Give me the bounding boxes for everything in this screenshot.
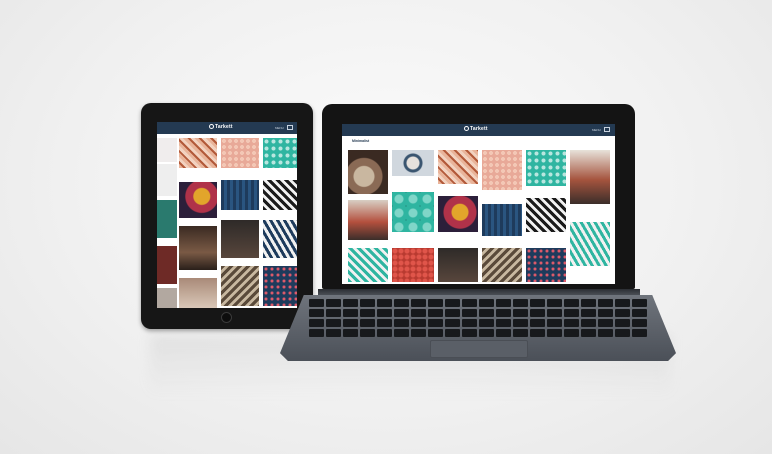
gallery-tile[interactable]	[263, 180, 297, 210]
gallery-tile[interactable]	[157, 138, 177, 162]
home-button[interactable]	[221, 312, 232, 323]
gallery-tile[interactable]	[179, 226, 217, 270]
laptop-hinge	[318, 289, 640, 295]
gallery-tile[interactable]	[348, 200, 388, 240]
gallery-tile[interactable]	[263, 138, 297, 168]
gallery-tile[interactable]	[570, 150, 610, 204]
tablet-screen: Tarkett MENU	[157, 122, 297, 308]
tile-caption-placeholder	[179, 170, 180, 174]
tarkett-logo-icon	[464, 126, 469, 132]
tablet-logo[interactable]: Tarkett	[209, 124, 233, 130]
gallery-tile[interactable]	[221, 138, 259, 168]
laptop-screen: Tarkett MENU Minimalist	[342, 124, 615, 284]
tablet-menu-label[interactable]: MENU	[275, 126, 284, 130]
laptop-lid: Tarkett MENU Minimalist	[322, 104, 635, 289]
laptop-logo[interactable]: Tarkett	[464, 126, 488, 132]
gallery-tile[interactable]	[482, 248, 522, 282]
laptop-app-header: Tarkett MENU	[342, 124, 615, 136]
gallery-tile[interactable]	[526, 248, 566, 282]
gallery-tile[interactable]	[438, 150, 478, 184]
gallery-tile[interactable]	[157, 164, 177, 196]
tablet-device: Tarkett MENU	[141, 103, 313, 329]
gallery-tile[interactable]	[348, 150, 388, 194]
gallery-tile[interactable]	[526, 198, 566, 232]
gallery-tile[interactable]	[263, 220, 297, 258]
gallery-tile[interactable]	[179, 182, 217, 218]
gallery-tile[interactable]	[570, 222, 610, 266]
gallery-tile[interactable]	[392, 192, 434, 232]
gallery-tile[interactable]	[157, 200, 177, 238]
gallery-tile[interactable]	[157, 246, 177, 284]
keyboard	[309, 299, 647, 337]
tablet-app-header: Tarkett MENU	[157, 122, 297, 134]
laptop-menu-label[interactable]: MENU	[592, 128, 601, 132]
gallery-tile[interactable]	[438, 248, 478, 282]
gallery-tile[interactable]	[482, 150, 522, 190]
gallery-tile[interactable]	[157, 288, 177, 308]
product-scene: Tarkett MENU Tarkett MENU Minimalist	[0, 0, 772, 454]
menu-icon[interactable]	[604, 127, 610, 132]
gallery-tile[interactable]	[392, 248, 434, 282]
gallery-tile[interactable]	[392, 150, 434, 176]
gallery-tile[interactable]	[179, 138, 217, 168]
gallery-tile[interactable]	[263, 266, 297, 306]
section-title: Minimalist	[352, 139, 370, 143]
gallery-tile[interactable]	[482, 204, 522, 236]
gallery-tile[interactable]	[348, 248, 388, 282]
trackpad	[430, 340, 528, 358]
gallery-tile[interactable]	[179, 278, 217, 308]
gallery-tile[interactable]	[221, 180, 259, 210]
gallery-tile[interactable]	[526, 150, 566, 186]
gallery-tile[interactable]	[221, 266, 259, 306]
tarkett-logo-icon	[209, 124, 214, 130]
gallery-tile[interactable]	[438, 196, 478, 232]
gallery-tile[interactable]	[221, 220, 259, 258]
menu-icon[interactable]	[287, 125, 293, 130]
